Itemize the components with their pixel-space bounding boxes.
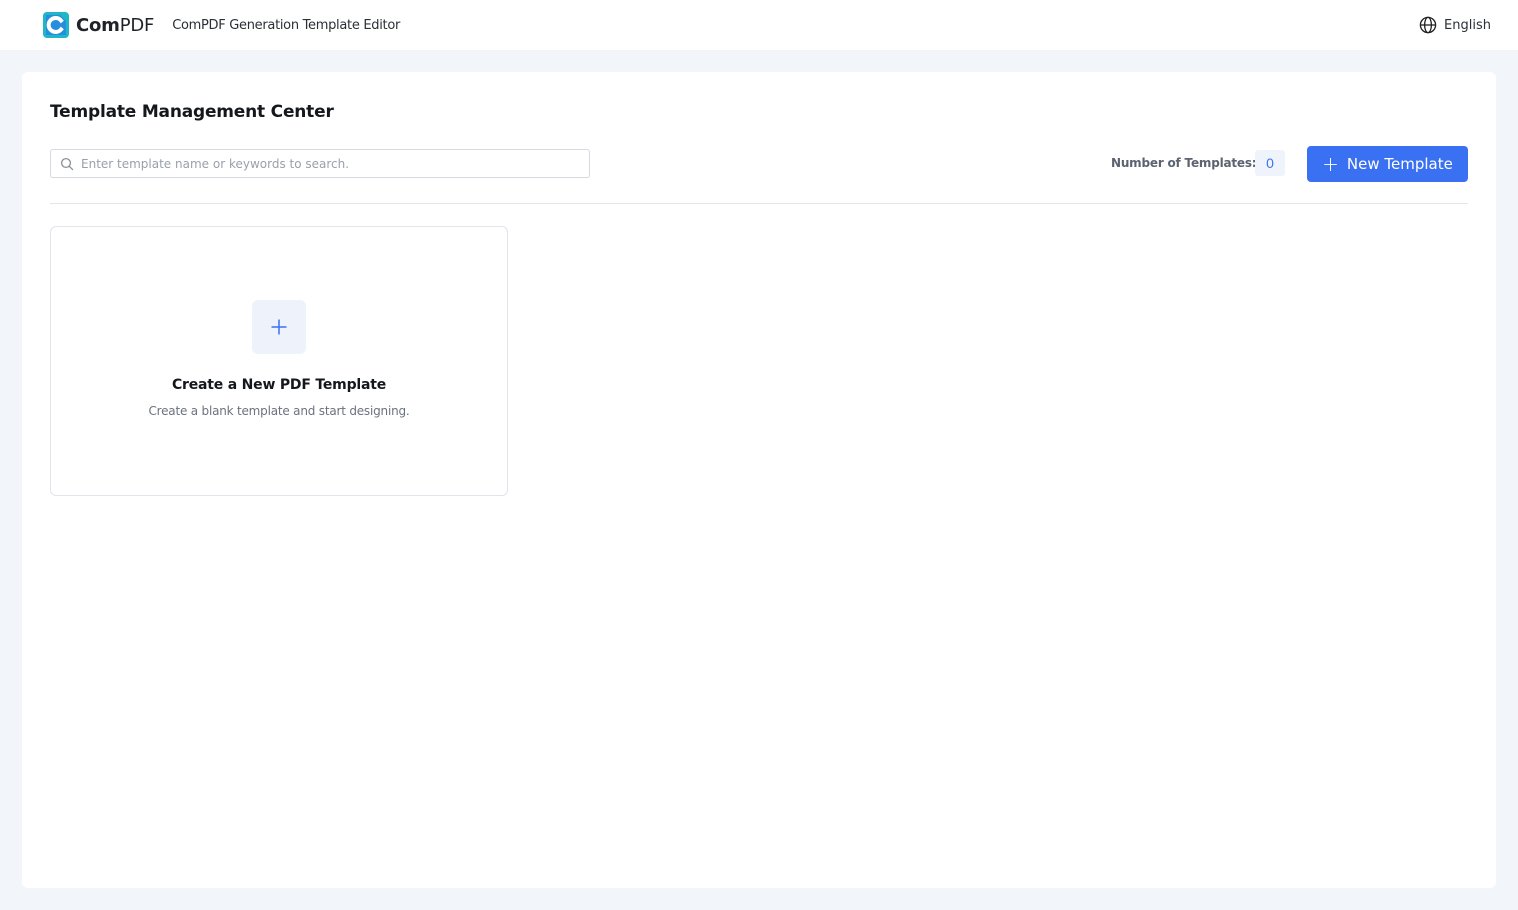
search-input[interactable] (81, 150, 581, 177)
create-template-card[interactable]: Create a New PDF Template Create a blank… (50, 226, 508, 496)
template-count-badge: 0 (1255, 150, 1285, 176)
card-plus-box (252, 300, 306, 354)
compdf-logo-icon (43, 12, 69, 38)
card-title: Create a New PDF Template (171, 377, 387, 393)
new-template-label: New Template (1346, 155, 1453, 173)
template-count-label: Number of Templates: (1111, 156, 1257, 170)
divider (50, 203, 1468, 204)
plus-icon: + (1322, 152, 1339, 176)
new-template-button[interactable]: + New Template (1307, 146, 1468, 182)
brand-name: ComPDF (76, 14, 155, 36)
search-box (50, 149, 590, 178)
top-bar: ComPDF ComPDF Generation Template Editor… (0, 0, 1518, 50)
template-panel: Template Management Center Number of Tem… (22, 72, 1496, 888)
page-title: Template Management Center (50, 102, 334, 122)
language-label: English (1444, 17, 1491, 33)
search-icon (60, 157, 74, 170)
globe-icon (1419, 16, 1437, 34)
brand[interactable]: ComPDF (43, 12, 154, 38)
app-title: ComPDF Generation Template Editor (172, 17, 401, 33)
language-selector[interactable]: English (1419, 0, 1491, 50)
card-subtitle: Create a blank template and start design… (148, 404, 410, 418)
plus-icon (271, 319, 287, 335)
